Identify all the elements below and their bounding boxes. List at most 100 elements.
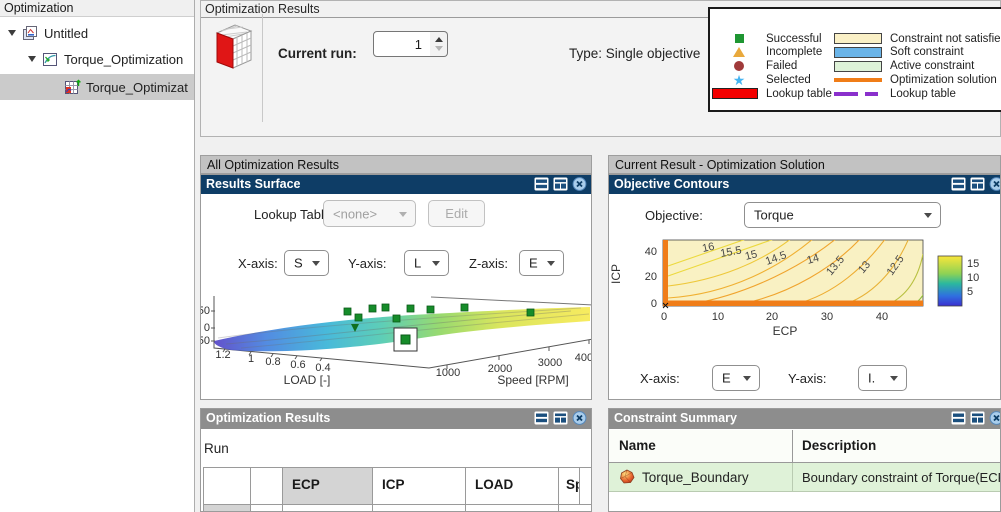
svg-text:30: 30 bbox=[821, 311, 833, 323]
speed-tick: 4000 bbox=[575, 352, 591, 364]
legend-item: Optimization solution bbox=[834, 73, 1001, 86]
svg-text:10: 10 bbox=[967, 272, 979, 284]
close-icon[interactable] bbox=[989, 411, 1001, 425]
table-cell[interactable] bbox=[559, 505, 591, 511]
z-tick: 50 bbox=[201, 305, 210, 317]
objective-contours-window: Objective Contours Objective: Torque 16 … bbox=[608, 174, 1001, 400]
objective-contour-plot[interactable]: 16 15.5 15 14.5 14 13.5 13 12.5 40 20 0 bbox=[609, 236, 1001, 348]
optimization-icon bbox=[43, 52, 57, 66]
legend-region-column: Constraint not satisfied Soft constraint… bbox=[834, 33, 1001, 102]
current-run-input[interactable]: 1 bbox=[373, 31, 431, 57]
failed-marker-icon bbox=[734, 61, 744, 72]
results-surface-titlebar[interactable]: Results Surface bbox=[201, 175, 591, 194]
column-header[interactable] bbox=[251, 468, 283, 505]
x-axis-dropdown[interactable]: E bbox=[712, 365, 760, 391]
dropdown-value: <none> bbox=[333, 206, 378, 221]
split-columns-icon[interactable] bbox=[553, 411, 568, 425]
close-icon[interactable] bbox=[572, 177, 587, 191]
table-cell[interactable] bbox=[466, 505, 559, 511]
column-header-icp[interactable]: ICP bbox=[373, 468, 466, 505]
legend-point-column: Successful Incomplete Failed ★ Selected … bbox=[712, 33, 832, 102]
x-axis-dropdown[interactable]: S bbox=[284, 250, 329, 276]
column-header-speed[interactable]: Sp bbox=[559, 468, 580, 505]
tree-item-torque-optimization-output[interactable]: Torque_Optimizat bbox=[64, 77, 188, 97]
constraint-not-satisfied-swatch-icon bbox=[834, 33, 882, 44]
z-axis-dropdown[interactable]: E bbox=[519, 250, 564, 276]
constraint-summary-titlebar[interactable]: Constraint Summary bbox=[609, 409, 1000, 429]
column-divider[interactable] bbox=[792, 430, 793, 463]
sidebar-title: Optimization bbox=[4, 1, 74, 15]
table-cell[interactable] bbox=[283, 505, 373, 511]
description-column-header[interactable]: Description bbox=[802, 438, 876, 453]
constraint-row[interactable]: Torque_Boundary Boundary constraint of T… bbox=[609, 463, 1000, 492]
constraint-name[interactable]: Torque_Boundary bbox=[642, 470, 749, 485]
split-columns-icon[interactable] bbox=[970, 411, 985, 425]
legend-label: Selected bbox=[766, 73, 811, 86]
load-tick: 1.2 bbox=[215, 349, 230, 361]
name-column-header[interactable]: Name bbox=[619, 438, 656, 453]
svg-text:0: 0 bbox=[651, 298, 657, 310]
tree-expand-icon[interactable] bbox=[28, 56, 36, 62]
column-header[interactable] bbox=[204, 468, 251, 505]
legend-item: Soft constraint bbox=[834, 46, 1001, 59]
tree-item-untitled[interactable]: Untitled bbox=[8, 23, 88, 43]
legend-item: ★ Selected bbox=[712, 73, 832, 87]
tree-item-label[interactable]: Untitled bbox=[44, 26, 88, 41]
column-header-load[interactable]: LOAD bbox=[466, 468, 559, 505]
current-run-stepper[interactable] bbox=[430, 31, 448, 57]
separator bbox=[262, 14, 263, 122]
lookup-table-dropdown[interactable]: <none> bbox=[323, 200, 416, 227]
container-title: All Optimization Results bbox=[207, 158, 339, 172]
svg-text:0: 0 bbox=[661, 311, 667, 323]
tree-item-torque-optimization[interactable]: Torque_Optimization bbox=[28, 49, 183, 69]
objective-dropdown[interactable]: Torque bbox=[744, 202, 941, 228]
split-rows-icon[interactable] bbox=[951, 177, 966, 191]
svg-text:16: 16 bbox=[701, 241, 715, 255]
lookup-table-cube-icon bbox=[215, 24, 253, 69]
column-header-ecp[interactable]: ECP bbox=[283, 468, 373, 505]
split-rows-icon[interactable] bbox=[534, 411, 549, 425]
close-icon[interactable] bbox=[989, 177, 1001, 191]
load-tick: 1 bbox=[248, 353, 254, 365]
chevron-down-icon bbox=[432, 261, 440, 266]
container-title: Current Result - Optimization Solution bbox=[615, 158, 825, 172]
optimization-results-table-titlebar[interactable]: Optimization Results bbox=[201, 409, 591, 429]
tree-expand-icon[interactable] bbox=[8, 30, 16, 36]
y-axis-dropdown[interactable]: I. bbox=[858, 365, 907, 391]
legend-label: Optimization solution bbox=[890, 73, 997, 86]
tree-item-label[interactable]: Torque_Optimization bbox=[64, 52, 183, 67]
results-surface-plot[interactable]: 50 0 -50 1.2 1 0.8 0.6 0.4 1000 2000 300… bbox=[201, 278, 591, 400]
colorbar bbox=[937, 255, 963, 307]
row-header-cell[interactable] bbox=[204, 505, 251, 511]
table-cell[interactable] bbox=[373, 505, 466, 511]
x-axis-label: X-axis: bbox=[640, 371, 680, 386]
close-icon[interactable] bbox=[572, 411, 587, 425]
y-axis-dropdown[interactable]: L bbox=[404, 250, 449, 276]
split-rows-icon[interactable] bbox=[951, 411, 966, 425]
tree-item-label[interactable]: Torque_Optimizat bbox=[86, 80, 188, 95]
selected-point-marker[interactable] bbox=[400, 334, 411, 345]
legend-box: Successful Incomplete Failed ★ Selected … bbox=[708, 7, 1001, 112]
current-result-header: Current Result - Optimization Solution bbox=[608, 155, 1001, 174]
column-header[interactable] bbox=[580, 468, 591, 505]
boundary-constraint-icon bbox=[620, 469, 635, 484]
stepper-down-icon[interactable] bbox=[434, 46, 443, 51]
z-axis-label: Z-axis: bbox=[469, 256, 508, 271]
legend-label: Lookup table bbox=[766, 87, 832, 100]
split-rows-icon[interactable] bbox=[534, 177, 549, 191]
successful-marker-icon bbox=[734, 34, 744, 43]
results-data-table[interactable]: ECP ICP LOAD Sp bbox=[203, 467, 591, 511]
z-tick: 0 bbox=[204, 322, 210, 334]
svg-text:10: 10 bbox=[712, 311, 724, 323]
edit-button[interactable]: Edit bbox=[428, 200, 485, 227]
legend-label: Soft constraint bbox=[890, 46, 964, 59]
split-columns-icon[interactable] bbox=[970, 177, 985, 191]
svg-text:40: 40 bbox=[876, 311, 888, 323]
dropdown-value: I. bbox=[868, 370, 876, 386]
table-cell[interactable] bbox=[251, 505, 283, 511]
objective-contours-titlebar[interactable]: Objective Contours bbox=[609, 175, 1000, 194]
split-columns-icon[interactable] bbox=[553, 177, 568, 191]
stepper-up-icon[interactable] bbox=[434, 37, 443, 42]
window-title: Results Surface bbox=[206, 177, 301, 191]
legend-item: Active constraint bbox=[834, 60, 1001, 72]
